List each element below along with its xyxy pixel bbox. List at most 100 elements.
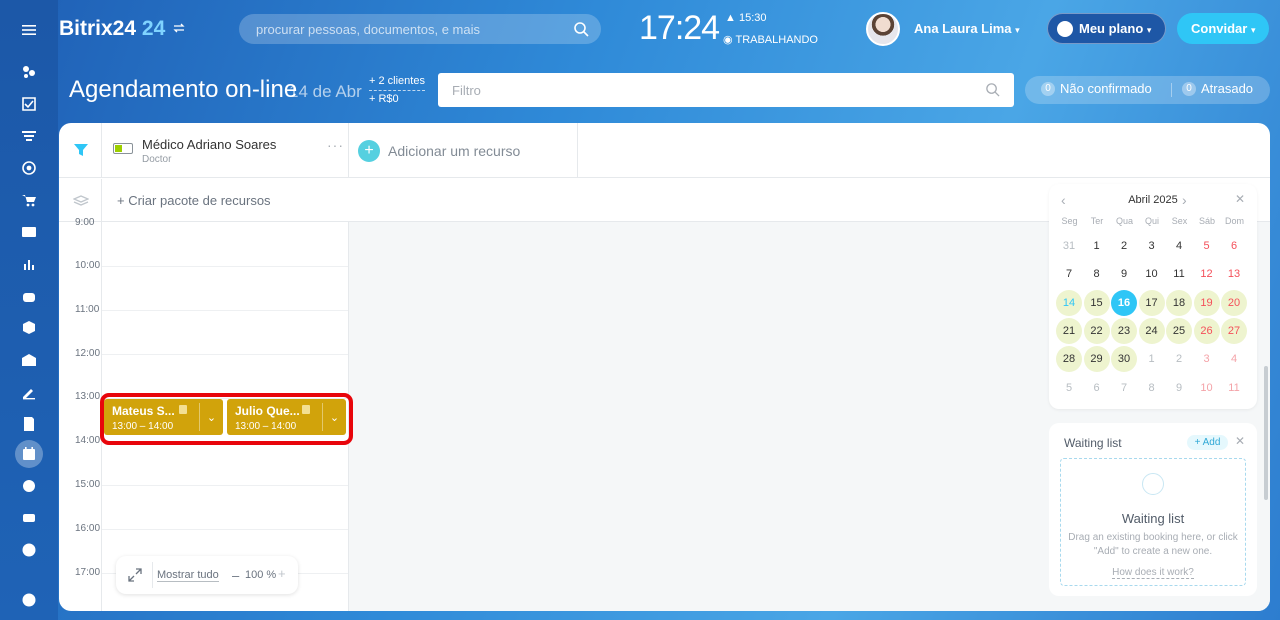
calendar-day[interactable]: 12	[1194, 261, 1220, 287]
page-date[interactable]: 14 de Abr	[289, 82, 362, 102]
waiting-list-heading: Waiting list	[1121, 511, 1185, 526]
create-package-button[interactable]: + Criar pacote de recursos	[117, 193, 271, 208]
calendar-day[interactable]: 31	[1056, 233, 1082, 259]
zoom-value: 100 %	[245, 569, 277, 581]
calendar-day[interactable]: 18	[1166, 289, 1192, 316]
how-it-works-link[interactable]: How does it work?	[1061, 567, 1245, 579]
global-search-input[interactable]: procurar pessoas, documentos, e mais	[239, 14, 601, 44]
store-icon[interactable]	[19, 350, 39, 370]
layers-icon	[73, 195, 89, 206]
collapse-calendar-icon[interactable]: ✕	[1235, 192, 1245, 206]
analytics-icon[interactable]	[19, 254, 39, 274]
tasks-icon[interactable]	[19, 94, 39, 114]
clock-time[interactable]: 17:24	[639, 9, 720, 48]
waiting-list-title: Waiting list	[1064, 436, 1122, 450]
funnel-icon[interactable]	[19, 126, 39, 146]
add-resource-button[interactable]: + Adicionar um recurso	[358, 140, 520, 162]
calendar-day[interactable]: 25	[1166, 317, 1192, 344]
calendar-day[interactable]: 9	[1111, 261, 1137, 287]
calendar-day[interactable]: 17	[1138, 289, 1165, 316]
calendar-day[interactable]: 9	[1166, 375, 1192, 401]
sign-icon[interactable]	[19, 382, 39, 402]
calendar-day[interactable]: 23	[1111, 317, 1137, 344]
more-chevron-icon[interactable]	[19, 540, 39, 560]
filter-input[interactable]: Filtro	[438, 73, 1014, 107]
feed-icon[interactable]	[19, 62, 39, 82]
calendar-day[interactable]: 1	[1084, 233, 1110, 259]
marketplace-icon[interactable]	[19, 508, 39, 528]
calendar-day[interactable]: 3	[1194, 346, 1220, 372]
page-scrollbar[interactable]	[1264, 366, 1268, 500]
robot-icon[interactable]	[19, 286, 39, 306]
calendar-day[interactable]: 10	[1139, 261, 1165, 287]
waiting-list-dropzone[interactable]: Waiting list Drag an existing booking he…	[1060, 458, 1246, 586]
calendar-day[interactable]: 5	[1056, 375, 1082, 401]
calendar-day[interactable]: 11	[1166, 261, 1192, 287]
cart-icon[interactable]	[19, 190, 39, 210]
funnel-filter-icon[interactable]	[73, 142, 89, 158]
calendar-day[interactable]: 20	[1221, 289, 1247, 316]
calendar-day[interactable]: 16	[1111, 289, 1137, 316]
stats-summary[interactable]: + 2 clientes + R$0	[369, 73, 425, 108]
calendar-day[interactable]: 11	[1221, 375, 1247, 401]
document-edit-icon[interactable]	[19, 414, 39, 434]
calendar-day[interactable]: 22	[1083, 317, 1110, 344]
calendar-day[interactable]: 7	[1056, 261, 1082, 287]
zoom-in-button[interactable]: +	[278, 566, 286, 581]
resource-card[interactable]: Médico Adriano Soares Doctor ···	[102, 123, 348, 178]
calendar-day[interactable]: 28	[1056, 346, 1082, 373]
mini-calendar: ‹ Abril 2025 › ✕ Seg Ter Qua Qui Sex Sáb Dom 31…	[1049, 184, 1257, 409]
work-status[interactable]: ◉ TRABALHANDO	[723, 33, 818, 46]
calendar-day[interactable]: 21	[1056, 317, 1082, 344]
calendar-day[interactable]: 1	[1139, 346, 1165, 372]
calendar-day[interactable]: 30	[1111, 346, 1137, 373]
help-icon[interactable]	[19, 590, 39, 610]
waiting-list-panel: Waiting list + Add ✕ Waiting list Drag a…	[1049, 423, 1257, 596]
plus-icon: +	[358, 140, 380, 162]
calendar-day[interactable]: 29	[1083, 346, 1110, 373]
calendar-day[interactable]: 19	[1193, 289, 1220, 316]
calendar-day[interactable]: 4	[1221, 346, 1247, 372]
calendar-day[interactable]: 3	[1139, 233, 1165, 259]
calendar-day[interactable]: 14	[1056, 289, 1082, 316]
menu-icon[interactable]	[19, 20, 39, 40]
my-plan-button[interactable]: Meu plano ▾	[1047, 13, 1166, 44]
calendar-day[interactable]: 6	[1084, 375, 1110, 401]
expand-icon[interactable]	[128, 568, 142, 582]
booking-calendar-icon[interactable]	[19, 444, 39, 464]
calendar-day[interactable]: 4	[1166, 233, 1192, 259]
calendar-day[interactable]: 15	[1083, 289, 1110, 316]
invite-button[interactable]: Convidar ▾	[1177, 13, 1269, 44]
show-all-button[interactable]: Mostrar tudo	[157, 569, 219, 582]
calendar-day[interactable]: 27	[1221, 317, 1247, 344]
hour-label: 12:00	[75, 348, 101, 359]
counter-unconfirmed[interactable]: 0 Não confirmado	[1041, 81, 1152, 96]
box-icon[interactable]	[19, 318, 39, 338]
calendar-day[interactable]: 2	[1166, 346, 1192, 372]
calendar-day[interactable]: 10	[1194, 375, 1220, 401]
user-avatar[interactable]	[866, 12, 900, 46]
calendar-day[interactable]: 8	[1139, 375, 1165, 401]
waiting-list-add-button[interactable]: + Add	[1187, 435, 1228, 450]
switch-arrows-icon[interactable]	[172, 21, 186, 35]
counter-late[interactable]: 0 Atrasado	[1182, 81, 1253, 96]
circle-app-icon[interactable]	[19, 476, 39, 496]
app-logo[interactable]: Bitrix24 24	[59, 17, 165, 41]
calendar-day[interactable]: 6	[1221, 233, 1247, 259]
user-menu[interactable]: Ana Laura Lima ▾	[914, 21, 1020, 36]
zoom-out-button[interactable]: –	[232, 568, 239, 583]
next-month-chevron-icon[interactable]: ›	[1182, 192, 1187, 208]
target-icon[interactable]	[19, 158, 39, 178]
collapse-waiting-list-icon[interactable]: ✕	[1235, 434, 1245, 448]
plan-icon	[1057, 21, 1073, 37]
resource-more-button[interactable]: ···	[327, 137, 344, 153]
calendar-day[interactable]: 13	[1221, 261, 1247, 287]
calendar-day[interactable]: 2	[1111, 233, 1137, 259]
calendar-day[interactable]: 5	[1194, 233, 1220, 259]
contact-card-icon[interactable]	[19, 222, 39, 242]
calendar-day[interactable]: 7	[1111, 375, 1137, 401]
calendar-day[interactable]: 24	[1138, 317, 1165, 344]
clients-count[interactable]: + 2 clientes	[369, 73, 425, 91]
calendar-day[interactable]: 26	[1193, 317, 1220, 344]
calendar-day[interactable]: 8	[1084, 261, 1110, 287]
